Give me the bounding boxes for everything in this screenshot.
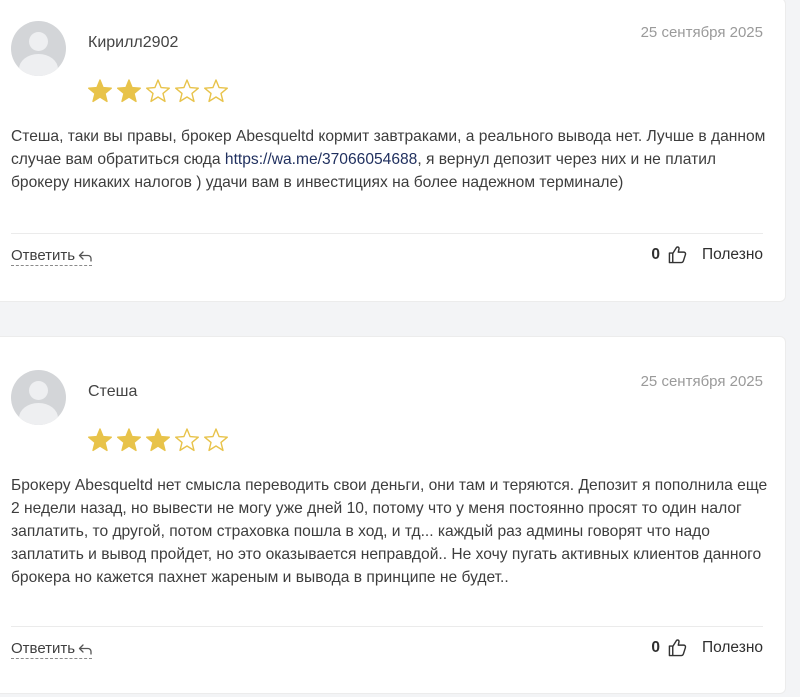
review-card: Стеша 25 сентября 2025 Брокеру Abesquelt… (0, 336, 786, 694)
user-placeholder-icon (29, 32, 48, 51)
divider (11, 233, 763, 234)
reply-arrow-icon (78, 250, 92, 262)
thumbs-up-icon[interactable] (668, 245, 687, 264)
useful-control: 0 Полезно (651, 638, 763, 657)
review-author: Кирилл2902 (88, 34, 179, 51)
rating-stars (86, 427, 230, 453)
star-filled-icon (88, 79, 112, 103)
user-placeholder-icon (29, 381, 48, 400)
avatar (11, 21, 66, 76)
review-card: Кирилл2902 25 сентября 2025 Стеша, таки … (0, 0, 786, 302)
star-filled-icon (88, 428, 112, 452)
star-empty-icon (204, 428, 228, 452)
star-empty-icon (146, 79, 170, 103)
useful-button[interactable]: Полезно (702, 246, 763, 264)
useful-count: 0 (651, 245, 660, 263)
reply-arrow-icon (78, 643, 92, 655)
review-date: 25 сентября 2025 (640, 373, 763, 390)
star-empty-icon (175, 428, 199, 452)
avatar (11, 370, 66, 425)
review-text: Стеша, таки вы правы, брокер Abesqueltd … (11, 128, 766, 191)
reply-label: Ответить (11, 640, 76, 657)
reply-button[interactable]: Ответить (11, 247, 93, 266)
reply-button[interactable]: Ответить (11, 640, 93, 659)
review-text: Брокеру Abesqueltd нет смысла переводить… (11, 477, 768, 586)
reply-label: Ответить (11, 247, 76, 264)
useful-button[interactable]: Полезно (702, 639, 763, 657)
star-filled-icon (117, 79, 141, 103)
review-author: Стеша (88, 383, 138, 400)
star-empty-icon (175, 79, 199, 103)
useful-control: 0 Полезно (651, 245, 763, 264)
useful-count: 0 (651, 638, 660, 656)
star-filled-icon (117, 428, 141, 452)
rating-stars (86, 78, 230, 104)
thumbs-up-icon[interactable] (668, 638, 687, 657)
star-empty-icon (204, 79, 228, 103)
review-link[interactable]: https://wa.me/37066054688 (225, 151, 417, 168)
star-filled-icon (146, 428, 170, 452)
divider (11, 626, 763, 627)
review-date: 25 сентября 2025 (640, 24, 763, 41)
